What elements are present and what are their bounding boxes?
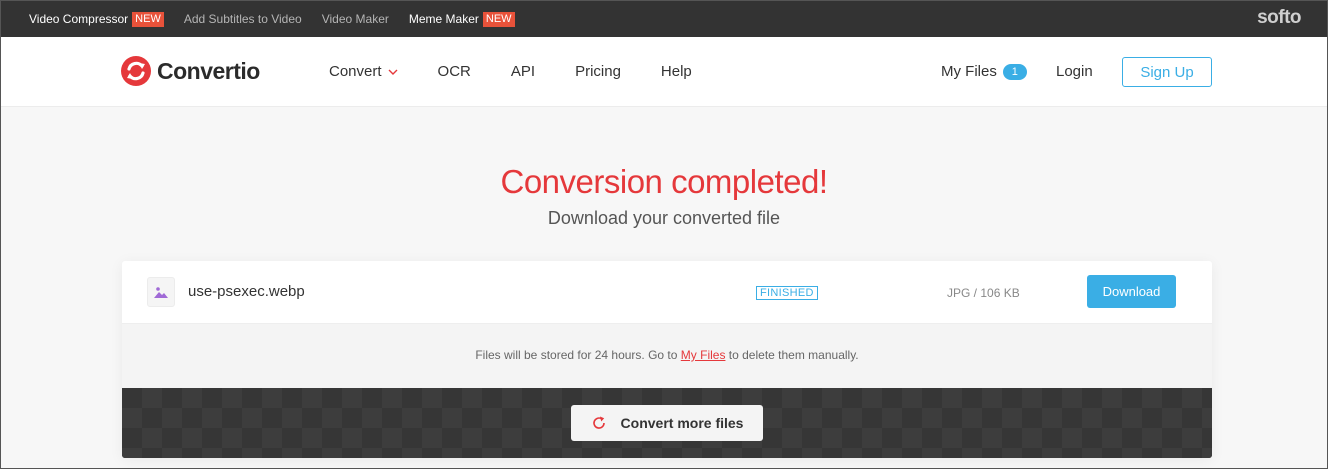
top-promo-bar: Video Compressor NEW Add Subtitles to Vi…	[1, 1, 1327, 37]
main-nav: Convert OCR API Pricing Help	[329, 63, 732, 80]
login-link[interactable]: Login	[1056, 63, 1093, 80]
nav-label: Convert	[329, 63, 382, 80]
promo-link-label: Add Subtitles to Video	[183, 12, 302, 26]
nav-convert[interactable]: Convert	[329, 63, 398, 80]
nav-api[interactable]: API	[511, 63, 535, 80]
nav-ocr[interactable]: OCR	[438, 63, 471, 80]
promo-link-label: Video Compressor	[29, 12, 129, 26]
file-row: use-psexec.webp FINISHED JPG / 106 KB Do…	[122, 261, 1212, 324]
chevron-down-icon	[388, 69, 398, 75]
my-files-label: My Files	[941, 63, 997, 80]
refresh-icon	[592, 416, 605, 429]
file-name: use-psexec.webp	[188, 283, 305, 300]
promo-link-label: Video Maker	[321, 12, 389, 26]
new-badge: NEW	[132, 11, 164, 27]
convert-more-label: Convert more files	[620, 415, 744, 431]
download-button[interactable]: Download	[1087, 275, 1176, 308]
status-badge: FINISHED	[756, 286, 818, 300]
promo-link-video-compressor[interactable]: Video Compressor NEW	[29, 11, 164, 27]
my-files-link[interactable]: My Files 1	[941, 63, 1027, 80]
promo-link-label: Meme Maker	[408, 12, 479, 26]
notice-text-after: to delete them manually.	[725, 348, 859, 362]
storage-notice: Files will be stored for 24 hours. Go to…	[122, 324, 1212, 388]
convert-more-files-button[interactable]: Convert more files	[571, 405, 763, 441]
convertio-logo-link[interactable]: Convertio	[120, 55, 260, 87]
signup-button[interactable]: Sign Up	[1122, 57, 1212, 87]
nav-help[interactable]: Help	[661, 63, 692, 80]
promo-link-add-subtitles[interactable]: Add Subtitles to Video	[184, 12, 302, 26]
softo-brand-link[interactable]: softo	[1257, 7, 1301, 29]
conversion-result-card: use-psexec.webp FINISHED JPG / 106 KB Do…	[122, 261, 1212, 458]
convertio-logo-icon	[121, 56, 151, 86]
new-badge: NEW	[482, 11, 515, 27]
page-subtitle: Download your converted file	[547, 208, 781, 228]
image-file-icon	[147, 277, 175, 307]
site-header: Convertio Convert OCR API Pricing Help M…	[1, 37, 1327, 107]
promo-link-meme-maker[interactable]: Meme Maker NEW	[408, 11, 515, 27]
notice-text-before: Files will be stored for 24 hours. Go to	[475, 348, 681, 362]
image-icon	[154, 287, 168, 298]
promo-link-video-maker[interactable]: Video Maker	[322, 12, 389, 26]
convert-more-bar: Convert more files	[122, 388, 1212, 458]
nav-pricing[interactable]: Pricing	[575, 63, 621, 80]
my-files-count-badge: 1	[1002, 63, 1027, 80]
page-title: Conversion completed!	[500, 163, 828, 200]
file-format-size: JPG / 106 KB	[947, 286, 1020, 300]
logo-wordmark: Convertio	[157, 57, 260, 84]
my-files-inline-link[interactable]: My Files	[681, 348, 726, 362]
promo-links: Video Compressor NEW Add Subtitles to Vi…	[1, 11, 535, 27]
